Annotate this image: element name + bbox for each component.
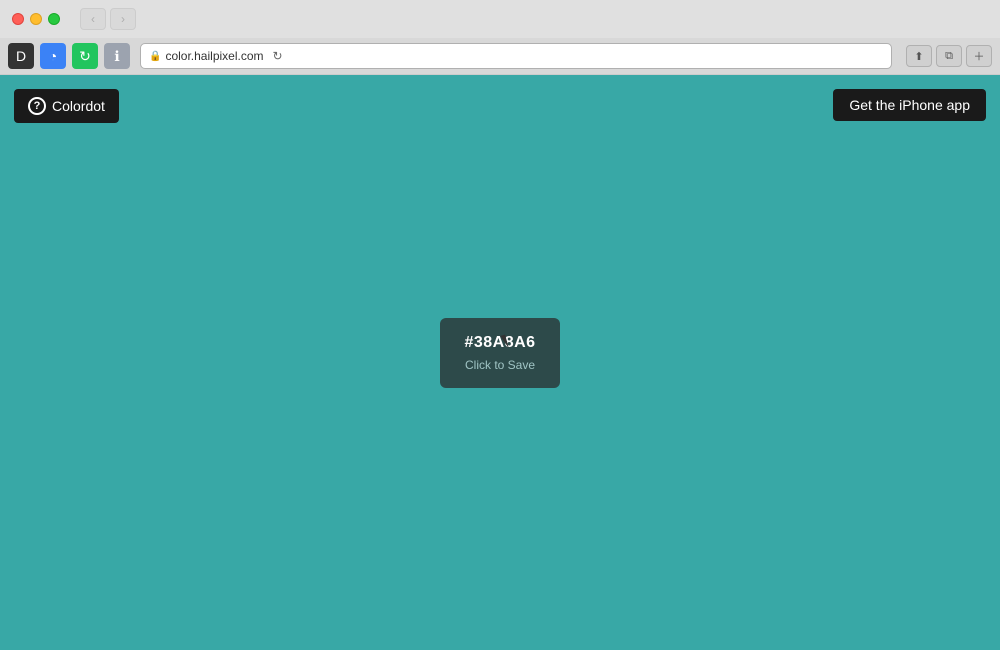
add-tab-button[interactable]: ⧉ xyxy=(936,45,962,67)
colordot-logo-button[interactable]: ? Colordot xyxy=(14,89,119,123)
page-content[interactable]: ? Colordot Get the iPhone app #38A8A6 Cl… xyxy=(0,75,1000,650)
url-text: color.hailpixel.com xyxy=(165,49,263,63)
logo-label: Colordot xyxy=(52,98,105,114)
iphone-app-button[interactable]: Get the iPhone app xyxy=(833,89,986,121)
browser-titlebar: ‹ › xyxy=(0,0,1000,38)
tab-icon-d[interactable]: D xyxy=(8,43,34,69)
share-button[interactable]: ⬆ xyxy=(906,45,932,67)
question-mark: ? xyxy=(34,100,41,112)
tab-bar: D ◔ ↻ ℹ 🔒 color.hailpixel.com ↻ ⬆ ⧉ ＋ xyxy=(0,38,1000,74)
address-bar[interactable]: 🔒 color.hailpixel.com ↻ xyxy=(140,43,892,69)
maximize-button[interactable] xyxy=(48,13,60,25)
back-button[interactable]: ‹ xyxy=(80,8,106,30)
tab-icon-group: D ◔ ↻ ℹ xyxy=(8,43,130,69)
browser-actions: ⬆ ⧉ ＋ xyxy=(906,45,992,67)
save-label: Click to Save xyxy=(460,358,540,372)
close-button[interactable] xyxy=(12,13,24,25)
minimize-button[interactable] xyxy=(30,13,42,25)
hex-value: #38A8A6 xyxy=(460,334,540,352)
iphone-app-label: Get the iPhone app xyxy=(849,97,970,113)
question-icon: ? xyxy=(28,97,46,115)
tab-icon-pac[interactable]: ◔ xyxy=(40,43,66,69)
lock-icon: 🔒 xyxy=(149,51,161,62)
forward-button[interactable]: › xyxy=(110,8,136,30)
tab-icon-green[interactable]: ↻ xyxy=(72,43,98,69)
reload-button[interactable]: ↻ xyxy=(268,46,288,66)
browser-chrome: ‹ › D ◔ ↻ ℹ 🔒 color.hailpixel.com ↻ ⬆ ⧉ … xyxy=(0,0,1000,75)
color-tooltip[interactable]: #38A8A6 Click to Save xyxy=(440,318,560,388)
new-tab-button[interactable]: ＋ xyxy=(966,45,992,67)
browser-nav: ‹ › xyxy=(80,8,136,30)
traffic-lights xyxy=(12,13,60,25)
tab-icon-info[interactable]: ℹ xyxy=(104,43,130,69)
